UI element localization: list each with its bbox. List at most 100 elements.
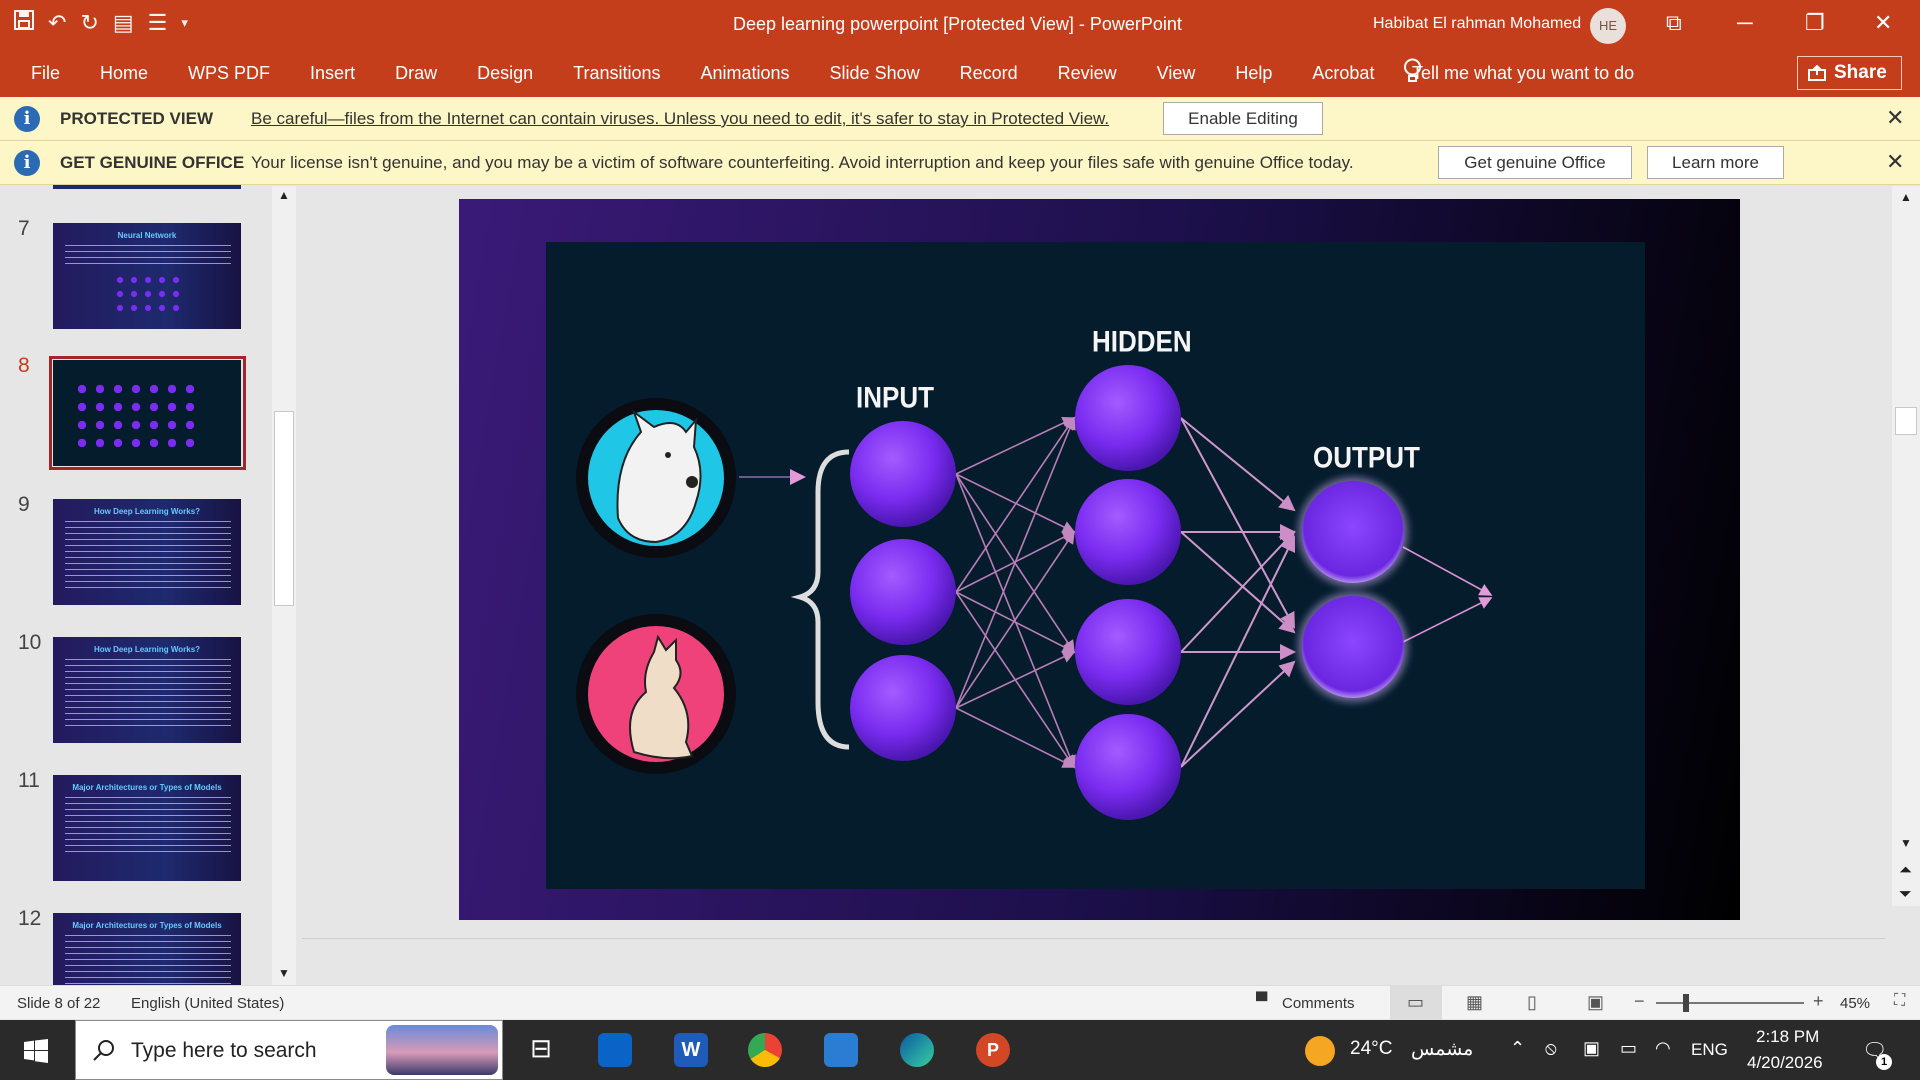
thumbnail-title: How Deep Learning Works?: [93, 507, 201, 516]
genuine-office-message: Your license isn't genuine, and you may …: [251, 153, 1354, 172]
thumbnail-slide-12[interactable]: Major Architectures or Types of Models: [53, 913, 241, 985]
chrome-icon[interactable]: [748, 1033, 782, 1067]
scroll-up-icon[interactable]: ▲: [1900, 190, 1912, 204]
comments-button[interactable]: Comments: [1282, 995, 1355, 1012]
tab-acrobat[interactable]: Acrobat: [1312, 63, 1374, 84]
hidden-layer-label: HIDDEN: [1092, 323, 1192, 359]
tab-insert[interactable]: Insert: [310, 63, 355, 84]
close-icon[interactable]: ✕: [1874, 10, 1892, 36]
scrollbar-thumb[interactable]: [274, 411, 294, 606]
present-icon[interactable]: ▤: [113, 10, 134, 36]
windows-start-icon[interactable]: [24, 1039, 48, 1063]
close-bar-icon[interactable]: ✕: [1886, 105, 1904, 131]
tab-review[interactable]: Review: [1058, 63, 1117, 84]
cat-icon: [576, 614, 736, 774]
tab-wps-pdf[interactable]: WPS PDF: [188, 63, 270, 84]
close-bar-icon[interactable]: ✕: [1886, 149, 1904, 175]
tell-me-search[interactable]: Tell me what you want to do: [1412, 63, 1634, 84]
file-explorer-icon[interactable]: [824, 1033, 858, 1067]
edge-icon[interactable]: [900, 1033, 934, 1067]
slide-number: 10: [18, 631, 42, 654]
minimize-icon[interactable]: ─: [1737, 10, 1753, 36]
redo-icon[interactable]: ↻: [80, 10, 98, 36]
weather-icon[interactable]: [1305, 1036, 1335, 1066]
clock-time[interactable]: 2:18 PM: [1756, 1027, 1819, 1047]
tab-record[interactable]: Record: [960, 63, 1018, 84]
tab-help[interactable]: Help: [1235, 63, 1272, 84]
info-icon: i: [14, 106, 40, 132]
scroll-down-icon[interactable]: ▼: [278, 966, 290, 980]
slide-show-icon[interactable]: ▣: [1587, 992, 1604, 1013]
battery-icon[interactable]: ▭: [1620, 1038, 1637, 1059]
tab-draw[interactable]: Draw: [395, 63, 437, 84]
thumbnail-scrollbar[interactable]: ▲ ▼: [272, 186, 296, 986]
previous-slide-icon[interactable]: ⏶: [1899, 862, 1912, 880]
scrollbar-thumb[interactable]: [1895, 407, 1917, 435]
zoom-slider[interactable]: [1656, 1002, 1804, 1004]
thumbnail-slide-9[interactable]: How Deep Learning Works?: [53, 499, 241, 605]
next-slide-icon[interactable]: ⏷: [1899, 886, 1912, 904]
fit-to-window-icon[interactable]: ⛶: [1894, 992, 1905, 1010]
undo-icon[interactable]: ↶: [48, 10, 66, 36]
security-icon[interactable]: ⦸: [1545, 1038, 1557, 1059]
tab-design[interactable]: Design: [477, 63, 533, 84]
share-button[interactable]: Share ⌄: [1797, 56, 1902, 113]
tab-animations[interactable]: Animations: [701, 63, 790, 84]
clock-date[interactable]: 4/20/2026: [1747, 1053, 1823, 1073]
ribbon-display-icon[interactable]: ⧉: [1666, 10, 1682, 36]
slide-scrollbar[interactable]: ▲ ▼ ⏶ ⏷: [1892, 186, 1920, 906]
slide-number: 11: [18, 769, 40, 792]
thumbnail-title: Neural Network: [117, 231, 177, 240]
tab-file[interactable]: File: [31, 63, 60, 84]
search-highlight-image: [386, 1025, 498, 1075]
normal-view-icon: ▭: [1407, 992, 1425, 1012]
scroll-up-icon[interactable]: ▲: [278, 188, 290, 202]
tab-view[interactable]: View: [1157, 63, 1196, 84]
save-icon[interactable]: [14, 10, 34, 36]
weather-temperature[interactable]: 24°C: [1350, 1038, 1392, 1060]
protected-view-message[interactable]: Be careful—files from the Internet can c…: [251, 109, 1109, 129]
touch-mode-icon[interactable]: ☰: [148, 10, 168, 36]
thumbnail-slide-8[interactable]: [53, 360, 241, 466]
input-layer-label: INPUT: [856, 379, 934, 415]
thumbnail-slide-10[interactable]: How Deep Learning Works?: [53, 637, 241, 743]
scroll-down-icon[interactable]: ▼: [1900, 836, 1912, 850]
zoom-out-icon[interactable]: −: [1634, 991, 1645, 1012]
zoom-in-icon[interactable]: +: [1813, 991, 1824, 1012]
thumbnail-slide-11[interactable]: Major Architectures or Types of Models: [53, 775, 241, 881]
language-indicator[interactable]: English (United States): [131, 995, 284, 1012]
show-hidden-icons-icon[interactable]: ⌃: [1510, 1038, 1525, 1059]
notification-badge: 1: [1876, 1054, 1892, 1070]
slide-number: 12: [18, 907, 42, 930]
device-icon[interactable]: ▣: [1583, 1038, 1600, 1059]
thumbnail-slide-7[interactable]: Neural Network: [53, 223, 241, 329]
reading-view-icon[interactable]: ▯: [1527, 992, 1537, 1013]
wifi-icon[interactable]: ◠: [1655, 1038, 1671, 1059]
customize-qat-icon[interactable]: ▾: [181, 15, 188, 31]
user-name: Habibat El rahman Mohamed: [1373, 15, 1582, 32]
genuine-office-bar: i GET GENUINE OFFICE Your license isn't …: [0, 141, 1920, 185]
outlook-icon[interactable]: [598, 1033, 632, 1067]
enable-editing-button[interactable]: Enable Editing: [1163, 102, 1323, 135]
weather-condition[interactable]: مشمس: [1411, 1038, 1473, 1061]
tab-slide-show[interactable]: Slide Show: [830, 63, 920, 84]
get-genuine-office-button[interactable]: Get genuine Office: [1438, 146, 1632, 179]
avatar[interactable]: HE: [1590, 8, 1626, 44]
zoom-slider-thumb[interactable]: [1683, 994, 1689, 1012]
tab-transitions[interactable]: Transitions: [573, 63, 660, 84]
taskbar-search[interactable]: Type here to search: [75, 1020, 503, 1080]
zoom-level[interactable]: 45%: [1840, 995, 1870, 1012]
share-label: Share: [1834, 62, 1887, 83]
thumbnail-title: Major Architectures or Types of Models: [72, 783, 222, 792]
powerpoint-icon[interactable]: P: [976, 1033, 1010, 1067]
learn-more-button[interactable]: Learn more: [1647, 146, 1784, 179]
slide-sorter-icon[interactable]: ▦: [1466, 992, 1483, 1013]
thumbnail-text: [65, 935, 231, 985]
input-language[interactable]: ENG: [1691, 1040, 1728, 1060]
restore-icon[interactable]: ❐: [1805, 10, 1825, 36]
word-icon[interactable]: W: [674, 1033, 708, 1067]
protected-view-bar: i PROTECTED VIEW Be careful—files from t…: [0, 97, 1920, 141]
task-view-icon[interactable]: ⊟: [524, 1033, 558, 1067]
search-icon: [93, 1040, 114, 1061]
tab-home[interactable]: Home: [100, 63, 148, 84]
